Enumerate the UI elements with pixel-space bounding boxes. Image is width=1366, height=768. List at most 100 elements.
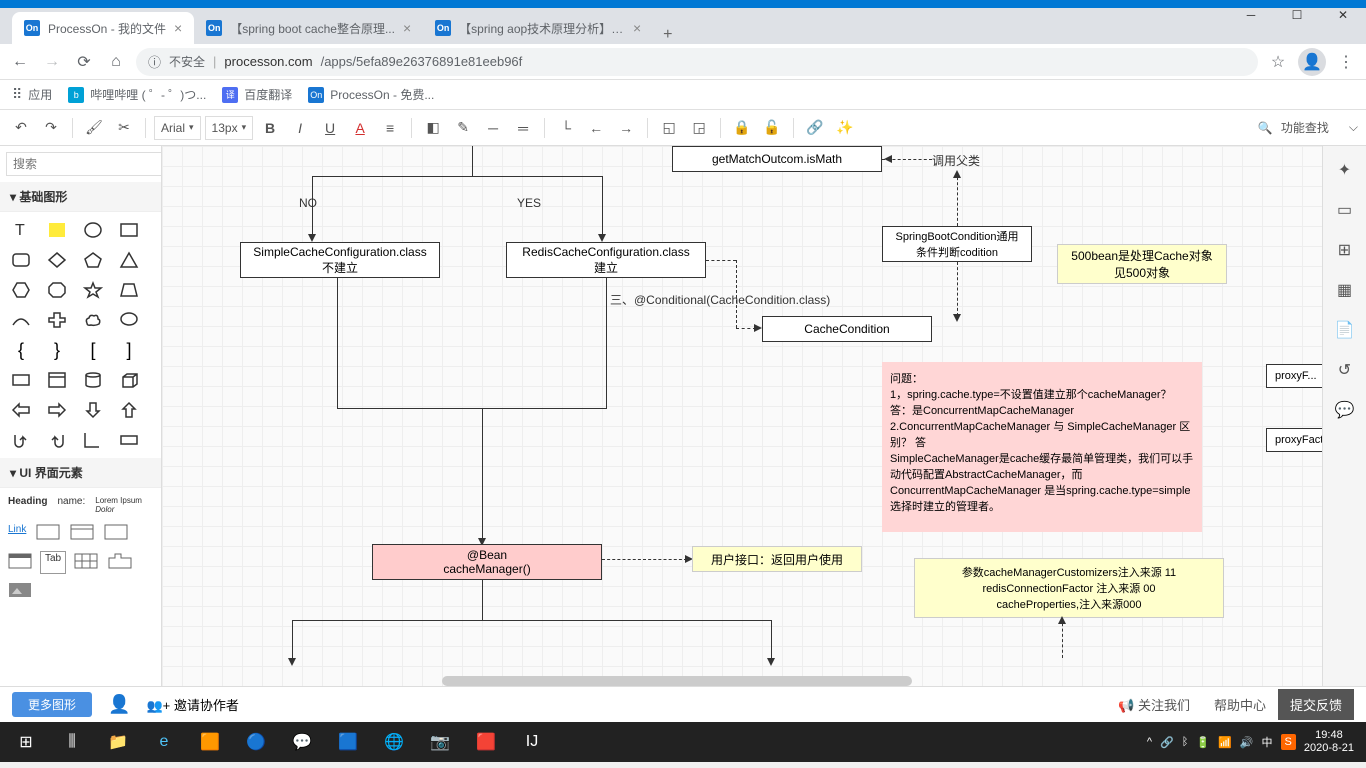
- chevron-down-icon[interactable]: ⌵: [1349, 120, 1358, 135]
- diamond-shape[interactable]: [40, 246, 74, 274]
- arrow-right-shape[interactable]: [40, 396, 74, 424]
- outline-icon[interactable]: ▭: [1329, 194, 1361, 226]
- tray-wifi-icon[interactable]: 📶: [1218, 736, 1232, 749]
- pentagon-shape[interactable]: [76, 246, 110, 274]
- underline-button[interactable]: U: [317, 115, 343, 141]
- comment-icon[interactable]: 💬: [1329, 394, 1361, 426]
- sogou-icon[interactable]: S: [1281, 734, 1296, 750]
- arrow-up-shape[interactable]: [112, 396, 146, 424]
- tabbox-element[interactable]: [106, 551, 134, 574]
- font-select[interactable]: Arial▾: [154, 116, 201, 140]
- diagram-canvas[interactable]: getMatchOutcom.isMath 调用父类 NO YES Simple…: [162, 146, 1322, 686]
- taskview-icon[interactable]: ⫼: [50, 724, 94, 760]
- box2-element[interactable]: [68, 522, 96, 545]
- close-icon[interactable]: ×: [633, 20, 641, 36]
- magic-button[interactable]: ✨: [832, 115, 858, 141]
- close-icon[interactable]: ×: [174, 20, 182, 36]
- intellij-icon[interactable]: IJ: [510, 724, 554, 760]
- explorer-icon[interactable]: 📁: [96, 724, 140, 760]
- home-button[interactable]: ⌂: [104, 50, 128, 74]
- layers-icon[interactable]: ▦: [1329, 274, 1361, 306]
- box1-element[interactable]: [34, 522, 62, 545]
- arrow-u2-shape[interactable]: [40, 426, 74, 454]
- box3-element[interactable]: [102, 522, 130, 545]
- arrow-end-button[interactable]: →: [613, 115, 639, 141]
- grid-element[interactable]: [72, 551, 100, 574]
- brush-button[interactable]: 🖌: [81, 115, 107, 141]
- tray-net-icon[interactable]: 🔗: [1160, 736, 1174, 749]
- ruler-icon[interactable]: ⊞: [1329, 234, 1361, 266]
- page-icon[interactable]: 📄: [1329, 314, 1361, 346]
- ui-elements-header[interactable]: ▾ UI 界面元素: [0, 458, 161, 488]
- note-questions[interactable]: 问题： 1，spring.cache.type=不设置值建立那个cacheMan…: [882, 362, 1202, 532]
- hexagon-shape[interactable]: [4, 276, 38, 304]
- cloud-shape[interactable]: [76, 306, 110, 334]
- rect2-shape[interactable]: [112, 426, 146, 454]
- callout-shape[interactable]: [112, 306, 146, 334]
- align-button[interactable]: ≡: [377, 115, 403, 141]
- tray-bat-icon[interactable]: 🔋: [1196, 736, 1210, 749]
- app1-icon[interactable]: 🟧: [188, 724, 232, 760]
- arrow-start-button[interactable]: ←: [583, 115, 609, 141]
- note-shape[interactable]: [40, 216, 74, 244]
- corner-shape[interactable]: [76, 426, 110, 454]
- menu-icon[interactable]: ⋮: [1334, 50, 1358, 74]
- feedback-button[interactable]: 提交反馈: [1278, 689, 1354, 720]
- tab-element[interactable]: Tab: [40, 551, 66, 574]
- close-icon[interactable]: ×: [403, 20, 411, 36]
- name-element[interactable]: name:: [55, 494, 87, 516]
- app4-icon[interactable]: 📷: [418, 724, 462, 760]
- link-element[interactable]: Link: [6, 522, 28, 545]
- app2-icon[interactable]: 🔵: [234, 724, 278, 760]
- tab-spring-cache[interactable]: On 【spring boot cache整合原理... ×: [194, 12, 423, 44]
- note-params[interactable]: 参数cacheManagerCustomizers注入来源 11 redisCo…: [914, 558, 1224, 618]
- tab-spring-aop[interactable]: On 【spring aop技术原理分析】- ... ×: [423, 12, 653, 44]
- brace-l-shape[interactable]: {: [4, 336, 38, 364]
- apps-button[interactable]: ⠿应用: [12, 86, 52, 103]
- trapezoid-shape[interactable]: [112, 276, 146, 304]
- italic-button[interactable]: I: [287, 115, 313, 141]
- bracket-l-shape[interactable]: [: [76, 336, 110, 364]
- chrome-icon[interactable]: 🌐: [372, 724, 416, 760]
- invite-button[interactable]: 👥+ 邀请协作者: [146, 695, 238, 714]
- link-button[interactable]: 🔗: [802, 115, 828, 141]
- ellipse-shape[interactable]: [76, 216, 110, 244]
- rect-shape[interactable]: [112, 216, 146, 244]
- app5-icon[interactable]: 🟥: [464, 724, 508, 760]
- bookmark-processon[interactable]: OnProcessOn - 免费...: [308, 86, 434, 103]
- tray-vol-icon[interactable]: 🔊: [1240, 736, 1254, 749]
- url-input[interactable]: ⓘ 不安全 | processon.com/apps/5efa89e263768…: [136, 48, 1258, 76]
- clock[interactable]: 19:48 2020-8-21: [1304, 729, 1354, 755]
- bookmark-bilibili[interactable]: b哔哩哔哩 ( ゜- ゜)つ...: [68, 86, 206, 103]
- node-simplecache[interactable]: SimpleCacheConfiguration.class 不建立: [240, 242, 440, 278]
- new-tab-button[interactable]: +: [653, 26, 682, 44]
- arrow-down-shape[interactable]: [76, 396, 110, 424]
- profile-avatar[interactable]: 👤: [1298, 48, 1326, 76]
- bracket-r-shape[interactable]: ]: [112, 336, 146, 364]
- line-color-button[interactable]: ✎: [450, 115, 476, 141]
- follow-button[interactable]: 📢 关注我们: [1106, 689, 1202, 720]
- arrow-left-shape[interactable]: [4, 396, 38, 424]
- text-shape[interactable]: T: [4, 216, 38, 244]
- image-element[interactable]: [6, 580, 34, 603]
- brace-r-shape[interactable]: }: [40, 336, 74, 364]
- node-rediscache[interactable]: RedisCacheConfiguration.class 建立: [506, 242, 706, 278]
- node-cachecondition[interactable]: CacheCondition: [762, 316, 932, 342]
- node-proxyf[interactable]: proxyF...: [1266, 364, 1322, 388]
- tray-up-icon[interactable]: ^: [1147, 736, 1152, 748]
- node-bean[interactable]: @Bean cacheManager(): [372, 544, 602, 580]
- size-select[interactable]: 13px▾: [205, 116, 254, 140]
- shape-search-input[interactable]: [6, 152, 162, 176]
- maximize-button[interactable]: ☐: [1274, 0, 1320, 30]
- close-button[interactable]: ✕: [1320, 0, 1366, 30]
- star-shape[interactable]: [76, 276, 110, 304]
- navigator-icon[interactable]: ✦: [1329, 154, 1361, 186]
- window-element[interactable]: [6, 551, 34, 574]
- star-icon[interactable]: ☆: [1266, 50, 1290, 74]
- note-500bean[interactable]: 500bean是处理Cache对象见500对象: [1057, 244, 1227, 284]
- lock-button[interactable]: 🔒: [729, 115, 755, 141]
- bookmark-baidu[interactable]: 译百度翻译: [222, 86, 292, 103]
- wechat-icon[interactable]: 💬: [280, 724, 324, 760]
- unlock-button[interactable]: 🔓: [759, 115, 785, 141]
- cut-button[interactable]: ✂: [111, 115, 137, 141]
